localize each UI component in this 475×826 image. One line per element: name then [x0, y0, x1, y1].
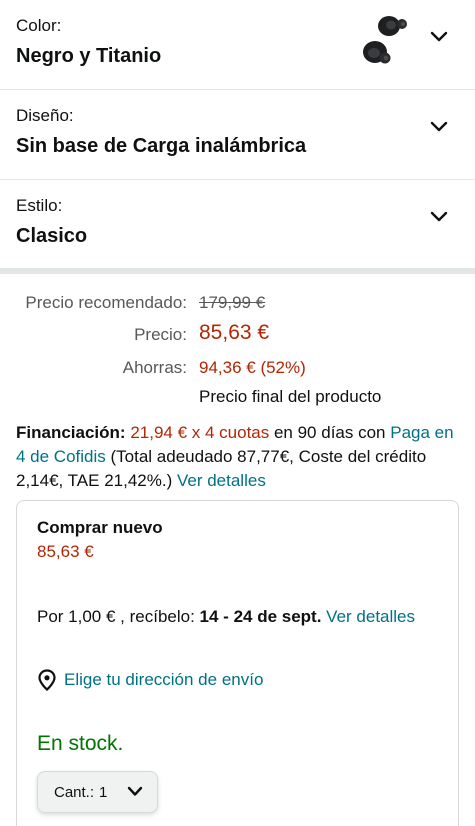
chevron-down-icon — [430, 31, 448, 42]
delivery-prefix: Por 1,00 € , recíbelo: — [37, 607, 200, 626]
variant-design-selector[interactable]: Diseño: Sin base de Carga inalámbrica — [0, 90, 475, 180]
financing-details-link[interactable]: Ver detalles — [177, 471, 266, 490]
delivery-details-link[interactable]: Ver detalles — [326, 607, 415, 626]
choose-address-link[interactable]: Elige tu dirección de envío — [37, 668, 263, 692]
list-price-label: Precio recomendado: — [25, 293, 187, 312]
savings-value: 94,36 € (52%) — [199, 358, 306, 377]
address-link-text[interactable]: Elige tu dirección de envío — [64, 670, 263, 690]
section-divider — [0, 268, 475, 274]
variant-design-label: Diseño: — [16, 106, 74, 125]
variant-color-value: Negro y Titanio — [16, 45, 162, 67]
delivery-info: Por 1,00 € , recíbelo: 14 - 24 de sept. … — [37, 604, 437, 629]
savings-label: Ahorras: — [122, 358, 187, 377]
quantity-selector[interactable]: Cant.: 1 — [37, 771, 158, 813]
delivery-dates: 14 - 24 de sept. — [199, 607, 322, 626]
financing-period: en 90 días con — [269, 423, 386, 442]
price-value: 85,63 € — [199, 321, 270, 344]
quantity-value: 1 — [99, 783, 108, 801]
variant-style-value: Clasico — [16, 225, 88, 247]
chevron-down-icon — [430, 211, 448, 222]
list-price-value: 179,99 € — [199, 293, 266, 312]
variant-style-label: Estilo: — [16, 196, 63, 215]
final-price-note: Precio final del producto — [199, 387, 382, 406]
financing-title: Financiación: — [16, 423, 126, 442]
buy-new-title: Comprar nuevo — [37, 518, 163, 537]
buy-box: Comprar nuevo 85,63 € Por 1,00 € , recíb… — [16, 500, 459, 826]
buy-box-price: 85,63 € — [37, 542, 94, 561]
location-pin-icon — [38, 669, 56, 691]
stock-status: En stock. — [37, 732, 124, 755]
variant-style-selector[interactable]: Estilo: Clasico — [0, 180, 475, 270]
chevron-down-icon — [127, 786, 143, 796]
variant-color-selector[interactable]: Color: Negro y Titanio — [0, 0, 475, 90]
quantity-label: Cant.: — [54, 783, 95, 801]
financing-installments: 21,94 € x 4 cuotas — [130, 423, 270, 442]
variant-design-value: Sin base de Carga inalámbrica — [16, 135, 307, 157]
financing-info: Financiación: 21,94 € x 4 cuotas en 90 d… — [16, 421, 461, 493]
black-earbuds-image — [363, 16, 407, 64]
chevron-down-icon — [430, 121, 448, 132]
variant-color-label: Color: — [16, 16, 62, 35]
price-label: Precio: — [134, 325, 187, 344]
